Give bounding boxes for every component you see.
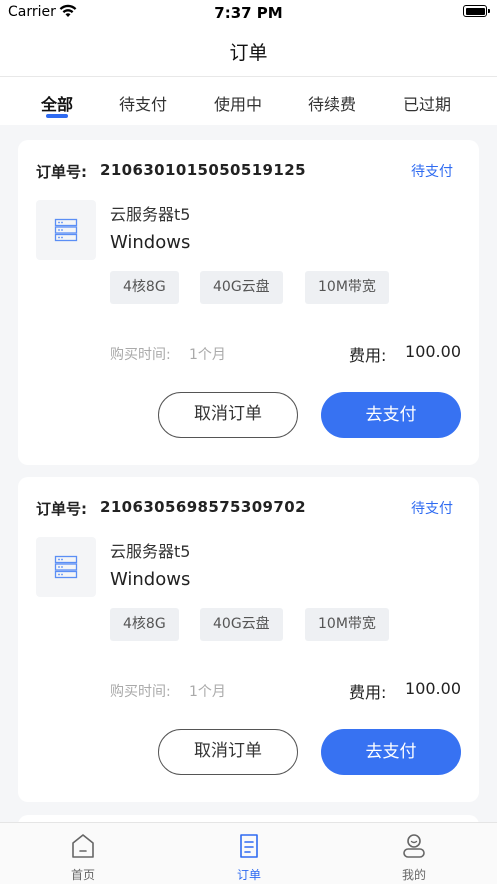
- order-status: 待支付: [411, 501, 453, 517]
- page-title: 订单: [229, 42, 268, 64]
- fee-label: 费用:: [349, 346, 387, 365]
- purchase-duration: 1个月: [189, 684, 226, 700]
- tab-pending-payment[interactable]: 待支付: [103, 91, 183, 115]
- product-os: Windows: [110, 569, 191, 590]
- tabbar-profile-label: 我的: [401, 868, 426, 882]
- bottom-tab-bar: 首页 订单 我的: [0, 822, 497, 884]
- order-icon: [237, 833, 261, 863]
- navigation-bar: 订单: [0, 26, 497, 77]
- pay-button[interactable]: 去支付: [321, 392, 461, 438]
- product-os: Windows: [110, 232, 191, 253]
- tab-in-use[interactable]: 使用中: [198, 91, 278, 115]
- fee-label: 费用:: [349, 683, 387, 702]
- product-name: 云服务器t5: [110, 205, 191, 224]
- order-number-label: 订单号:: [36, 163, 87, 181]
- spec-tag-disk: 40G云盘: [200, 271, 283, 304]
- home-icon: [71, 833, 95, 863]
- tab-pending-renewal[interactable]: 待续费: [292, 91, 372, 115]
- purchase-duration-label: 购买时间:: [110, 684, 171, 700]
- spec-tag-bandwidth: 10M带宽: [305, 271, 389, 304]
- battery-icon: [463, 5, 490, 17]
- order-number-label: 订单号:: [36, 500, 87, 518]
- clock: 7:37 PM: [214, 4, 283, 22]
- order-status: 待支付: [411, 164, 453, 180]
- spec-tag-bandwidth: 10M带宽: [305, 608, 389, 641]
- pay-button[interactable]: 去支付: [321, 729, 461, 775]
- status-bar: Carrier 7:37 PM: [0, 0, 497, 26]
- order-filter-tabs: 全部 待支付 使用中 待续费 已过期: [0, 77, 497, 125]
- cancel-order-button[interactable]: 取消订单: [158, 392, 298, 438]
- order-card: 订单号: 2106301015050519125 待支付 云服务器t5 Wind…: [18, 140, 479, 465]
- order-card: 订单号: 2106305698575309702 待支付 云服务器t5 Wind…: [18, 477, 479, 802]
- purchase-duration-label: 购买时间:: [110, 347, 171, 363]
- product-name: 云服务器t5: [110, 542, 191, 561]
- fee-amount: 100.00: [405, 342, 461, 361]
- tabbar-home-label: 首页: [70, 868, 95, 882]
- server-icon: [54, 555, 78, 579]
- spec-tag-disk: 40G云盘: [200, 608, 283, 641]
- fee-amount: 100.00: [405, 679, 461, 698]
- server-thumbnail: [36, 200, 96, 260]
- tabbar-home[interactable]: 首页: [43, 823, 123, 884]
- tabbar-orders[interactable]: 订单: [209, 823, 289, 884]
- purchase-duration: 1个月: [189, 347, 226, 363]
- tab-all[interactable]: 全部: [17, 91, 97, 115]
- tabbar-profile[interactable]: 我的: [374, 823, 454, 884]
- cancel-order-button[interactable]: 取消订单: [158, 729, 298, 775]
- server-icon: [54, 218, 78, 242]
- profile-icon: [402, 833, 426, 863]
- spec-tag-cpu: 4核8G: [110, 608, 179, 641]
- order-number: 2106301015050519125: [100, 161, 306, 179]
- tabbar-orders-label: 订单: [236, 868, 261, 882]
- server-thumbnail: [36, 537, 96, 597]
- tab-expired[interactable]: 已过期: [387, 91, 467, 115]
- spec-tag-cpu: 4核8G: [110, 271, 179, 304]
- order-number: 2106305698575309702: [100, 498, 306, 516]
- active-tab-indicator: [46, 114, 68, 118]
